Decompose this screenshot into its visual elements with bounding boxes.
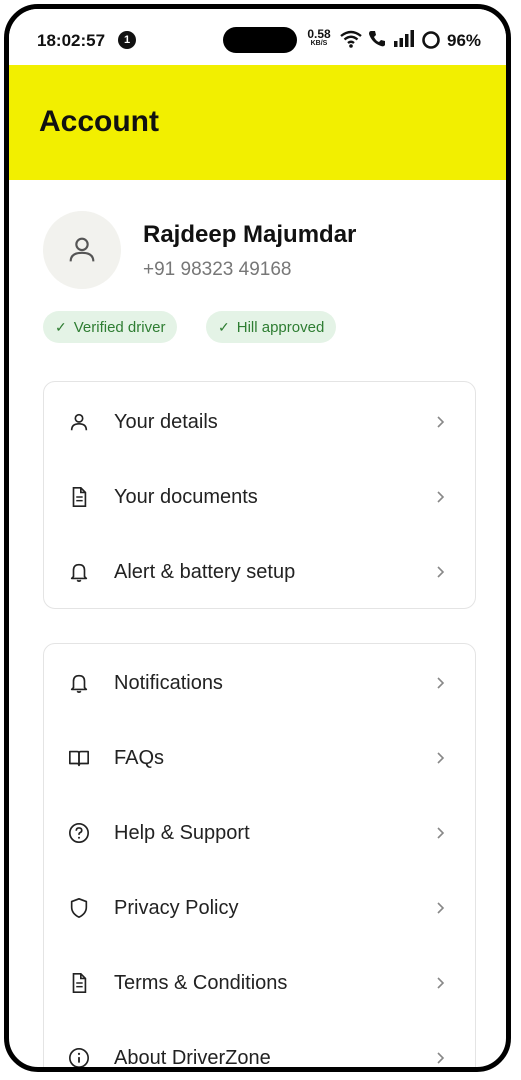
- badge-label: Hill approved: [236, 318, 325, 336]
- chevron-right-icon: [437, 416, 445, 428]
- info-icon: [68, 1047, 90, 1067]
- battery-percentage: 96%: [447, 31, 482, 50]
- document-icon: [68, 486, 90, 508]
- menu-item-label: FAQs: [114, 746, 165, 769]
- book-icon: [68, 747, 90, 769]
- menu-item-label: Help & Support: [114, 821, 250, 844]
- menu-item-notifications[interactable]: Notifications: [44, 653, 475, 713]
- menu-item-label: Your details: [114, 410, 218, 433]
- wifi-icon: [340, 30, 362, 48]
- menu-item-your-documents[interactable]: Your documents: [44, 467, 475, 527]
- verified-driver-badge: ✓ Verified driver: [43, 311, 178, 343]
- menu-item-faqs[interactable]: FAQs: [44, 728, 475, 788]
- menu-item-privacy-policy[interactable]: Privacy Policy: [44, 878, 475, 938]
- help-circle-icon: [68, 822, 90, 844]
- badge-label: Verified driver: [73, 318, 166, 336]
- phone-frame: 18:02:57 1 0.58 KB/S 96% Account Rajdeep…: [4, 4, 511, 1072]
- notification-count-badge: 1: [118, 31, 136, 49]
- chevron-right-icon: [437, 566, 445, 578]
- app-header: Account: [9, 65, 506, 180]
- network-speed-value: 0.58: [307, 27, 331, 41]
- network-speed: 0.58 KB/S: [305, 27, 333, 49]
- menu-item-label: Terms & Conditions: [114, 971, 288, 994]
- hill-approved-badge: ✓ Hill approved: [206, 311, 337, 343]
- chevron-right-icon: [437, 977, 445, 989]
- profile-name: Rajdeep Majumdar: [143, 221, 357, 248]
- call-icon: [369, 31, 385, 47]
- check-icon: ✓: [55, 318, 67, 335]
- profile-phone: +91 98323 49168: [143, 259, 292, 280]
- person-icon: [68, 411, 90, 433]
- check-icon: ✓: [218, 318, 230, 335]
- avatar[interactable]: [43, 211, 121, 289]
- menu-item-label: Alert & battery setup: [114, 560, 296, 583]
- shield-icon: [68, 897, 90, 919]
- menu-item-alert-battery-setup[interactable]: Alert & battery setup: [44, 542, 475, 602]
- bell-icon: [68, 672, 90, 694]
- bell-icon: [68, 561, 90, 583]
- chevron-right-icon: [437, 752, 445, 764]
- status-time: 18:02:57: [37, 31, 106, 50]
- menu-item-your-details[interactable]: Your details: [44, 392, 475, 452]
- menu-item-terms-conditions[interactable]: Terms & Conditions: [44, 953, 475, 1013]
- menu-item-about-driverzone[interactable]: About DriverZone: [44, 1028, 475, 1069]
- support-menu-card: Notifications FAQs Help & Support Privac…: [43, 643, 476, 1069]
- chevron-right-icon: [437, 677, 445, 689]
- account-menu-card: Your details Your documents Alert & batt…: [43, 381, 476, 609]
- battery-ring-icon: [422, 31, 440, 49]
- page-title: Account: [39, 105, 159, 138]
- chevron-right-icon: [437, 827, 445, 839]
- menu-item-label: Your documents: [114, 485, 258, 508]
- chevron-right-icon: [437, 491, 445, 503]
- menu-item-label: About DriverZone: [114, 1046, 271, 1069]
- chevron-right-icon: [437, 1052, 445, 1064]
- menu-item-label: Notifications: [114, 671, 223, 694]
- menu-item-label: Privacy Policy: [114, 896, 239, 919]
- status-bar: 18:02:57 1 0.58 KB/S 96%: [9, 9, 506, 69]
- signal-icon: [394, 30, 414, 47]
- document-icon: [68, 972, 90, 994]
- menu-item-help-support[interactable]: Help & Support: [44, 803, 475, 863]
- person-icon: [69, 237, 95, 262]
- chevron-right-icon: [437, 902, 445, 914]
- camera-cutout: [223, 27, 297, 53]
